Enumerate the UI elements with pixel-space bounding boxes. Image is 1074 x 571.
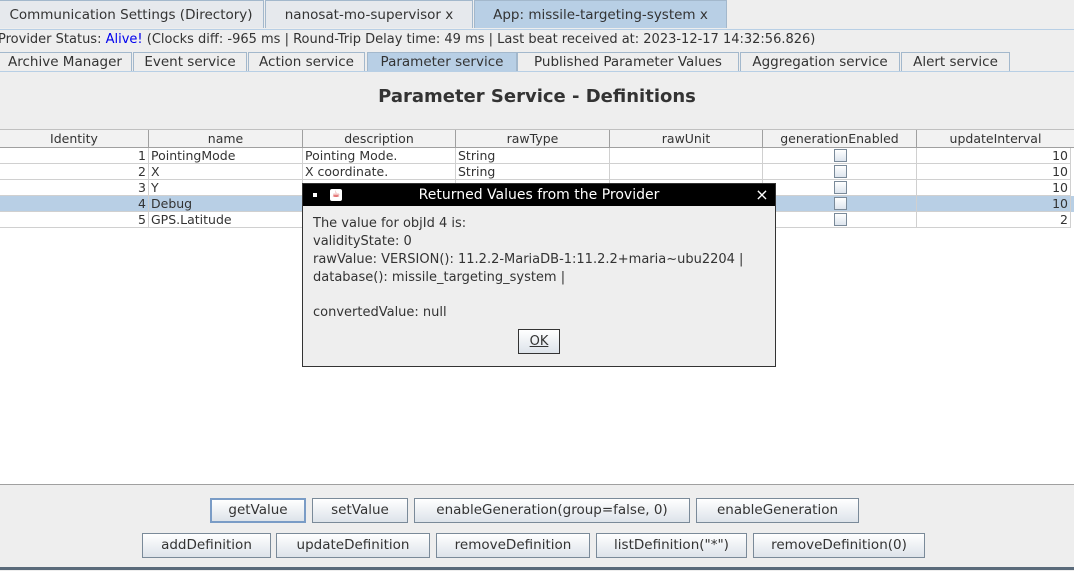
column-header-rawunit[interactable]: rawUnit (610, 130, 763, 147)
dialog-message-line: validityState: 0 (313, 234, 412, 249)
set-value-button[interactable]: setValue (312, 498, 408, 523)
cell-generationenabled (763, 180, 917, 196)
column-header-generationenabled[interactable]: generationEnabled (763, 130, 917, 147)
generation-checkbox[interactable] (834, 213, 847, 226)
dialog-message-line: convertedValue: null (313, 305, 447, 320)
cell-generationenabled (763, 196, 917, 212)
cell-generationenabled (763, 212, 917, 228)
column-header-identity[interactable]: Identity (0, 130, 149, 147)
cell-rawunit (610, 148, 763, 164)
tab-action-service[interactable]: Action service (248, 52, 365, 71)
add-definition-button[interactable]: addDefinition (142, 533, 271, 558)
cell-updateinterval: 10 (917, 180, 1071, 196)
column-header-updateinterval[interactable]: updateInterval (917, 130, 1074, 147)
tab-event-service[interactable]: Event service (133, 52, 247, 71)
dialog-message-line: The value for objId 4 is: (313, 216, 467, 231)
generation-checkbox[interactable] (834, 165, 847, 178)
cell-name: GPS.Latitude (149, 212, 303, 228)
cell-description: X coordinate. (303, 164, 456, 180)
enable-generation-group-button[interactable]: enableGeneration(group=false, 0) (414, 498, 690, 523)
dialog-message-line: rawValue: VERSION(): 11.2.2-MariaDB-1:11… (313, 252, 744, 267)
cell-name: Y (149, 180, 303, 196)
cell-identity: 5 (0, 212, 149, 228)
status-prefix: Provider Status: (0, 32, 106, 47)
page-title: Parameter Service - Definitions (378, 86, 696, 107)
cell-generationenabled (763, 164, 917, 180)
tab-parameter-service[interactable]: Parameter service (367, 52, 517, 71)
tab-nanosat-mo-supervisor[interactable]: nanosat-mo-supervisor x (265, 0, 473, 28)
cell-updateinterval: 10 (917, 148, 1071, 164)
enable-generation-button[interactable]: enableGeneration (696, 498, 859, 523)
button-panel: getValue setValue enableGeneration(group… (0, 484, 1074, 571)
generation-checkbox[interactable] (834, 197, 847, 210)
remove-definition-button[interactable]: removeDefinition (436, 533, 590, 558)
status-details: (Clocks diff: -965 ms | Round-Trip Delay… (142, 32, 816, 47)
cell-description: Pointing Mode. (303, 148, 456, 164)
ok-button[interactable]: OK (518, 329, 560, 354)
column-header-name[interactable]: name (149, 130, 303, 147)
returned-values-dialog: ☕ Returned Values from the Provider × Th… (302, 183, 776, 367)
cell-identity: 2 (0, 164, 149, 180)
cell-rawtype: String (456, 164, 610, 180)
tab-missile-targeting-system[interactable]: App: missile-targeting-system x (474, 0, 727, 28)
cell-updateinterval: 10 (917, 164, 1071, 180)
cell-rawtype: String (456, 148, 610, 164)
cell-updateinterval: 2 (917, 212, 1071, 228)
ok-button-label: OK (529, 334, 549, 349)
generation-checkbox[interactable] (834, 149, 847, 162)
update-definition-button[interactable]: updateDefinition (276, 533, 430, 558)
dialog-message-line: database(): missile_targeting_system | (313, 270, 566, 285)
tab-alert-service[interactable]: Alert service (901, 52, 1010, 71)
cell-identity: 4 (0, 196, 149, 212)
column-header-description[interactable]: description (303, 130, 456, 147)
close-icon[interactable]: × (755, 186, 769, 204)
status-alive: Alive! (105, 32, 143, 47)
generation-checkbox[interactable] (834, 181, 847, 194)
table-header: Identity name description rawType rawUni… (0, 130, 1074, 148)
cell-identity: 3 (0, 180, 149, 196)
get-value-button[interactable]: getValue (210, 498, 306, 523)
tab-aggregation-service[interactable]: Aggregation service (740, 52, 900, 71)
remove-definition-zero-button[interactable]: removeDefinition(0) (753, 533, 925, 558)
cell-name: Debug (149, 196, 303, 212)
cell-updateinterval: 10 (917, 196, 1071, 212)
list-definition-button[interactable]: listDefinition("*") (596, 533, 747, 558)
tab-archive-manager[interactable]: Archive Manager (0, 52, 132, 71)
table-row[interactable]: 1 PointingMode Pointing Mode. String 10 (0, 148, 1074, 164)
app-tab-bar: Communication Settings (Directory) nanos… (0, 0, 1074, 30)
cell-identity: 1 (0, 148, 149, 164)
service-tab-bar: Archive Manager Event service Action ser… (0, 52, 1074, 72)
tab-published-parameter-values[interactable]: Published Parameter Values (517, 52, 739, 71)
cell-rawunit (610, 164, 763, 180)
provider-status: Provider Status: Alive! (Clocks diff: -9… (0, 32, 815, 48)
dialog-title: Returned Values from the Provider (418, 187, 660, 203)
cell-name: X (149, 164, 303, 180)
cell-name: PointingMode (149, 148, 303, 164)
column-header-rawtype[interactable]: rawType (456, 130, 610, 147)
cell-generationenabled (763, 148, 917, 164)
table-row[interactable]: 2 X X coordinate. String 10 (0, 164, 1074, 180)
dialog-title-bar[interactable]: ☕ Returned Values from the Provider × (303, 184, 775, 206)
tab-communication-settings[interactable]: Communication Settings (Directory) (0, 0, 264, 28)
